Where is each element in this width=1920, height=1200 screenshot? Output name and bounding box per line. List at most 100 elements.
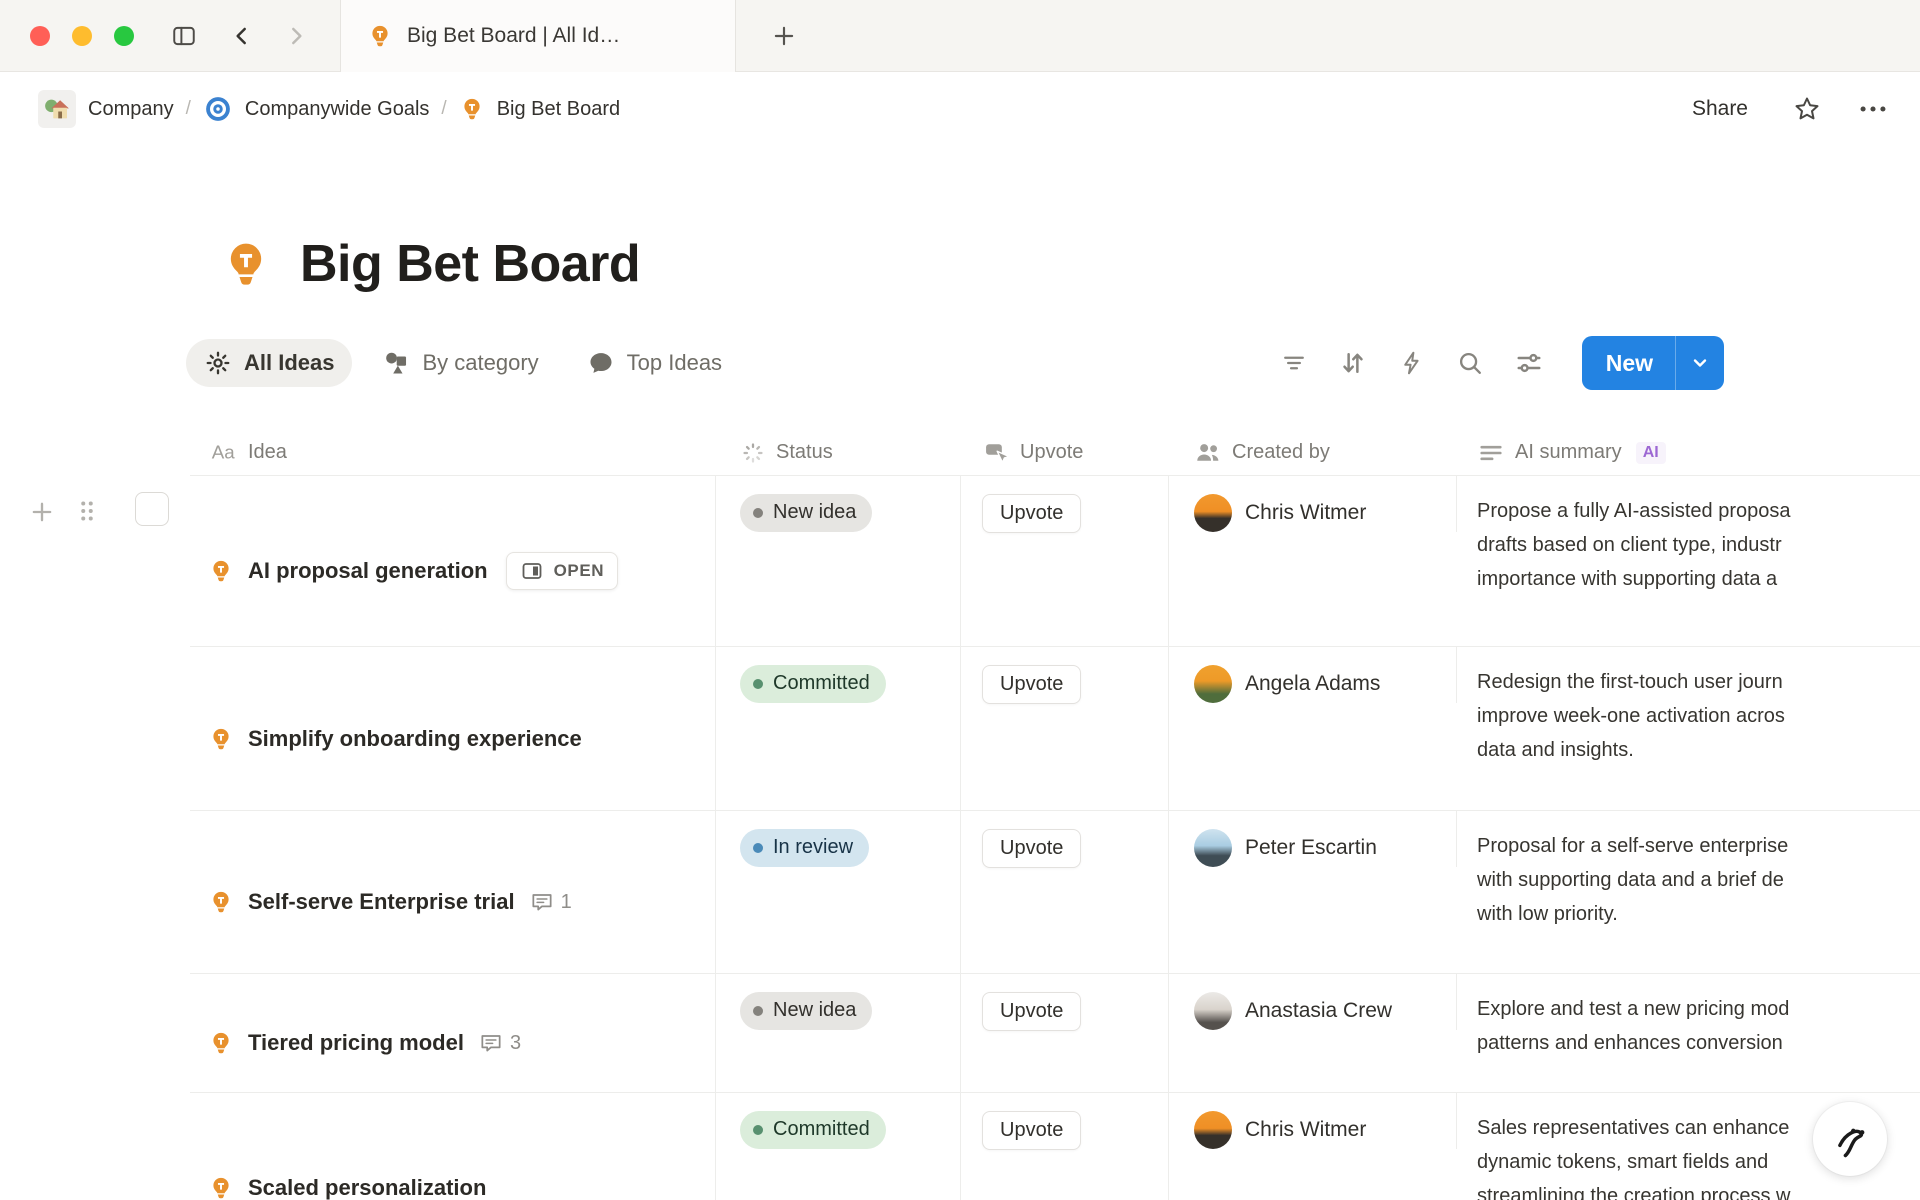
ai-summary-cell[interactable]: Explore and test a new pricing modpatter… <box>1457 974 1920 1092</box>
new-button[interactable]: New <box>1582 336 1675 390</box>
browser-tab[interactable]: Big Bet Board | All Id… <box>340 0 736 72</box>
view-tab-label: Top Ideas <box>627 350 722 376</box>
more-options-button[interactable] <box>1856 92 1890 126</box>
share-button[interactable]: Share <box>1682 91 1758 127</box>
status-cell[interactable]: New idea <box>716 974 961 1092</box>
page-title-block: Big Bet Board <box>220 234 1920 294</box>
ai-badge: AI <box>1636 442 1666 464</box>
view-settings-icon[interactable] <box>1514 348 1544 378</box>
column-header-ai-summary[interactable]: AI summary AI <box>1457 439 1920 467</box>
idea-cell[interactable]: Scaled personalization <box>190 1093 716 1200</box>
status-badge[interactable]: New idea <box>740 992 872 1030</box>
filter-icon[interactable] <box>1280 349 1308 377</box>
creator-name: Chris Witmer <box>1245 1118 1366 1142</box>
idea-title[interactable]: Simplify onboarding experience <box>248 726 582 752</box>
upvote-button[interactable]: Upvote <box>982 992 1081 1031</box>
status-cell[interactable]: Committed <box>716 647 961 810</box>
table-row[interactable]: AI proposal generation OPEN New idea Upvote… <box>190 476 1920 646</box>
status-property-icon <box>740 440 766 466</box>
column-label: AI summary <box>1515 441 1622 464</box>
row-checkbox[interactable] <box>135 492 169 526</box>
column-header-created-by[interactable]: Created by <box>1169 439 1457 467</box>
open-row-button[interactable]: OPEN <box>506 552 619 590</box>
new-tab-button[interactable] <box>762 14 806 58</box>
bulb-icon <box>208 726 234 752</box>
ai-summary-cell[interactable]: Redesign the first-touch user journimpro… <box>1457 647 1920 810</box>
idea-title[interactable]: Self-serve Enterprise trial <box>248 889 515 915</box>
upvote-button[interactable]: Upvote <box>982 665 1081 704</box>
column-label: Upvote <box>1020 441 1083 464</box>
comment-count[interactable]: 1 <box>529 889 572 915</box>
created-by-cell[interactable]: Angela Adams <box>1169 647 1457 703</box>
created-by-cell[interactable]: Peter Escartin <box>1169 811 1457 867</box>
status-cell[interactable]: Committed <box>716 1093 961 1200</box>
view-tab-top-ideas[interactable]: Top Ideas <box>569 339 740 387</box>
column-header-status[interactable]: Status <box>716 440 961 466</box>
table-row[interactable]: Self-serve Enterprise trial 1 In review Upv… <box>190 810 1920 973</box>
add-row-button[interactable] <box>28 498 56 526</box>
status-cell[interactable]: In review <box>716 811 961 973</box>
status-badge[interactable]: Committed <box>740 665 886 703</box>
idea-cell[interactable]: AI proposal generation OPEN <box>190 476 716 646</box>
chevron-right-icon <box>283 23 309 49</box>
idea-cell[interactable]: Tiered pricing model 3 <box>190 974 716 1092</box>
favorite-button[interactable] <box>1792 94 1822 124</box>
bulb-icon <box>208 1030 234 1056</box>
scribble-icon <box>1828 1117 1872 1161</box>
status-badge[interactable]: In review <box>740 829 869 867</box>
sidebar-toggle-button[interactable] <box>162 14 206 58</box>
sort-icon[interactable] <box>1338 348 1368 378</box>
table-row[interactable]: Simplify onboarding experience Committed U… <box>190 646 1920 810</box>
created-by-cell[interactable]: Chris Witmer <box>1169 476 1457 532</box>
ai-summary-cell[interactable]: Proposal for a self-serve enterprisewith… <box>1457 811 1920 973</box>
idea-title[interactable]: Tiered pricing model <box>248 1030 464 1056</box>
upvote-cell: Upvote <box>961 974 1169 1092</box>
view-tab-by-category[interactable]: By category <box>364 339 556 387</box>
status-cell[interactable]: New idea <box>716 476 961 646</box>
status-label: In review <box>773 836 853 859</box>
table-row[interactable]: Scaled personalization Committed Upvote Chr… <box>190 1092 1920 1200</box>
status-badge[interactable]: New idea <box>740 494 872 532</box>
search-icon[interactable] <box>1456 349 1484 377</box>
column-header-upvote[interactable]: Upvote <box>961 439 1169 467</box>
upvote-button[interactable]: Upvote <box>982 829 1081 868</box>
ai-summary-cell[interactable]: Propose a fully AI-assisted proposadraft… <box>1457 476 1920 646</box>
summary-line: with low priority. <box>1477 897 1920 931</box>
open-label: OPEN <box>554 561 605 581</box>
new-dropdown-button[interactable] <box>1675 336 1724 390</box>
close-window-button[interactable] <box>30 26 50 46</box>
breadcrumb-item-company[interactable]: Company <box>30 84 182 134</box>
upvote-button[interactable]: Upvote <box>982 494 1081 533</box>
nav-back-button[interactable] <box>220 14 264 58</box>
status-label: Committed <box>773 672 870 695</box>
created-by-cell[interactable]: Anastasia Crew <box>1169 974 1457 1030</box>
avatar <box>1194 494 1232 532</box>
column-label: Created by <box>1232 441 1330 464</box>
zoom-window-button[interactable] <box>114 26 134 46</box>
ideas-table: Aa Idea Status Upvote Created by AI summ… <box>190 430 1920 1200</box>
table-row[interactable]: Tiered pricing model 3 New idea Upvote Anast… <box>190 973 1920 1092</box>
status-dot-icon <box>753 1125 763 1135</box>
upvote-button[interactable]: Upvote <box>982 1111 1081 1150</box>
topbar-actions: Share <box>1682 91 1890 127</box>
chevron-down-icon <box>1688 351 1712 375</box>
idea-title[interactable]: Scaled personalization <box>248 1175 486 1200</box>
created-by-cell[interactable]: Chris Witmer <box>1169 1093 1457 1149</box>
minimize-window-button[interactable] <box>72 26 92 46</box>
breadcrumb-item-big-bet-board[interactable]: Big Bet Board <box>451 90 628 128</box>
tab-title: Big Bet Board | All Id… <box>407 24 620 48</box>
upvote-cell: Upvote <box>961 811 1169 973</box>
page-icon-bulb[interactable] <box>220 238 272 290</box>
drag-handle[interactable] <box>72 496 102 526</box>
idea-title[interactable]: AI proposal generation <box>248 558 488 584</box>
comment-count[interactable]: 3 <box>478 1030 521 1056</box>
idea-cell[interactable]: Self-serve Enterprise trial 1 <box>190 811 716 973</box>
status-badge[interactable]: Committed <box>740 1111 886 1149</box>
view-tab-all-ideas[interactable]: All Ideas <box>186 339 352 387</box>
automation-bolt-icon[interactable] <box>1398 349 1426 377</box>
nav-forward-button[interactable] <box>274 14 318 58</box>
summary-line: Propose a fully AI-assisted proposa <box>1477 494 1920 528</box>
column-header-idea[interactable]: Aa Idea <box>190 438 716 468</box>
idea-cell[interactable]: Simplify onboarding experience <box>190 647 716 810</box>
breadcrumb-item-companywide-goals[interactable]: Companywide Goals <box>195 88 438 130</box>
